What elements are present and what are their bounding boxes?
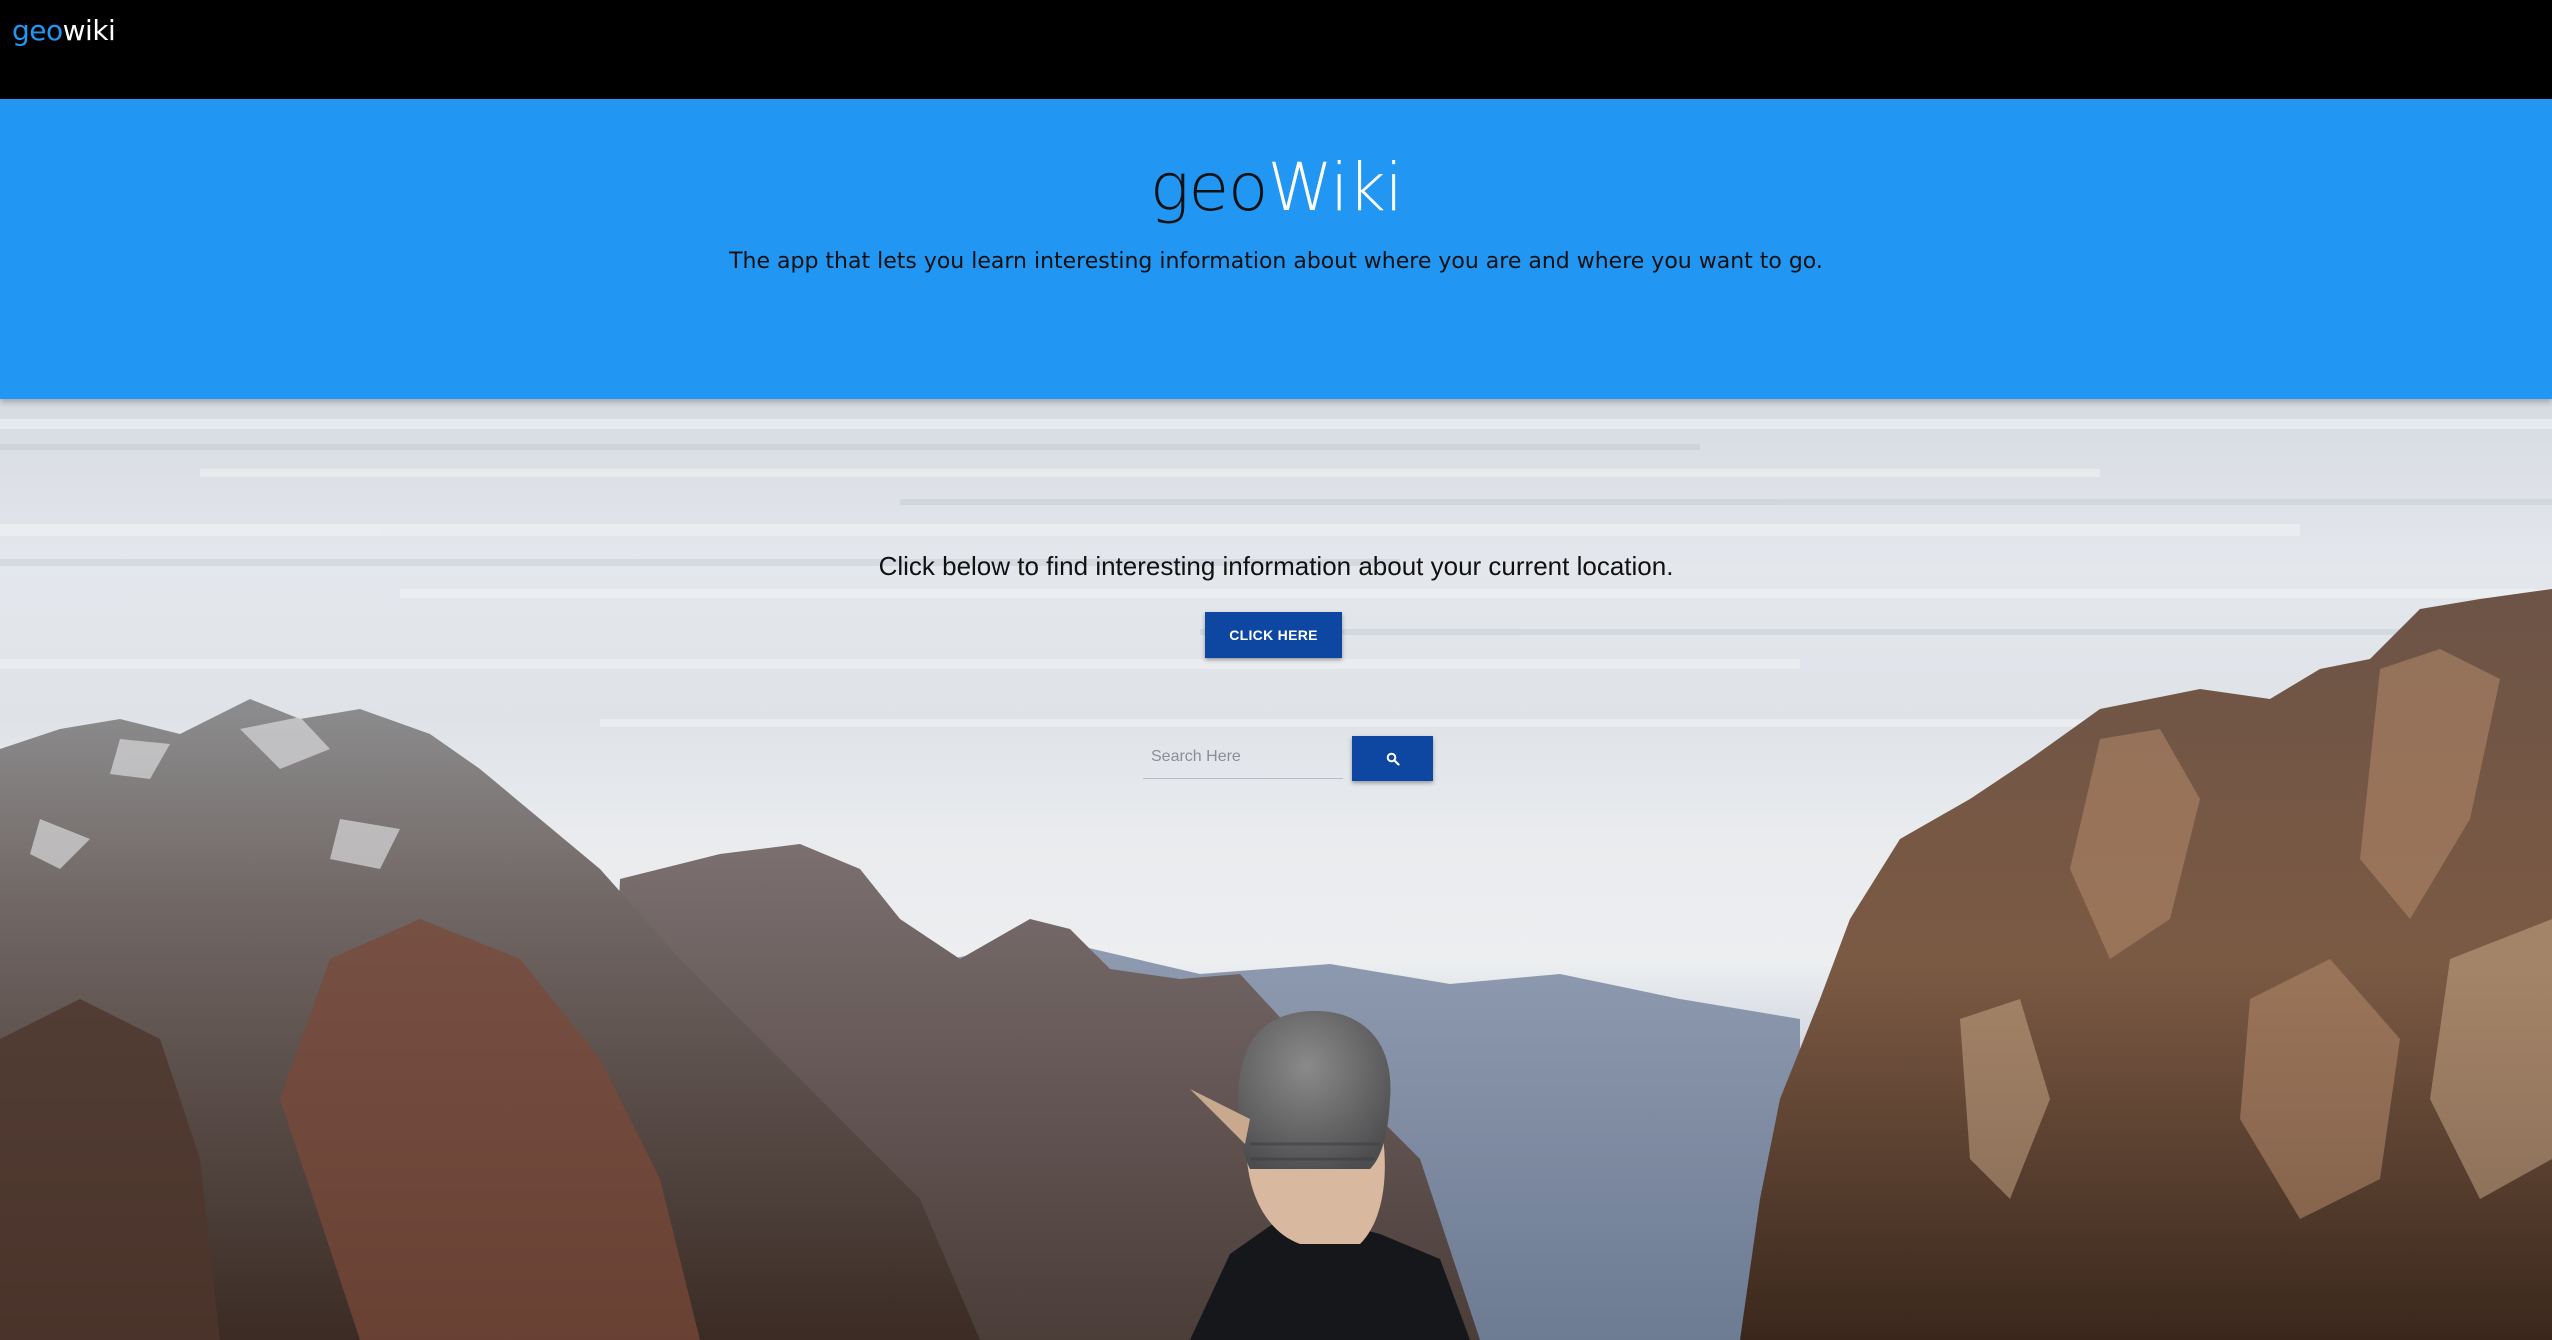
page-title: geoWiki	[0, 149, 2552, 226]
top-navbar: geowiki	[0, 0, 2552, 99]
search-button[interactable]	[1352, 736, 1433, 781]
brand-wiki-text: wiki	[62, 14, 116, 47]
mountain-landscape-image	[0, 419, 2552, 1340]
tagline: The app that lets you learn interesting …	[729, 249, 1823, 274]
brand-logo-link[interactable]: geowiki	[12, 14, 116, 47]
title-geo-text: geo	[1149, 149, 1269, 226]
brand-geo-text: geo	[12, 14, 63, 47]
search-input[interactable]	[1143, 735, 1343, 779]
title-wiki-text: Wiki	[1267, 149, 1403, 226]
locate-prompt: Click below to find interesting informat…	[878, 551, 1674, 581]
background-scene	[0, 399, 2552, 1340]
hero-banner: geoWiki The app that lets you learn inte…	[0, 99, 2552, 399]
click-here-button[interactable]: CLICK HERE	[1205, 612, 1342, 658]
search-icon	[1386, 752, 1400, 766]
